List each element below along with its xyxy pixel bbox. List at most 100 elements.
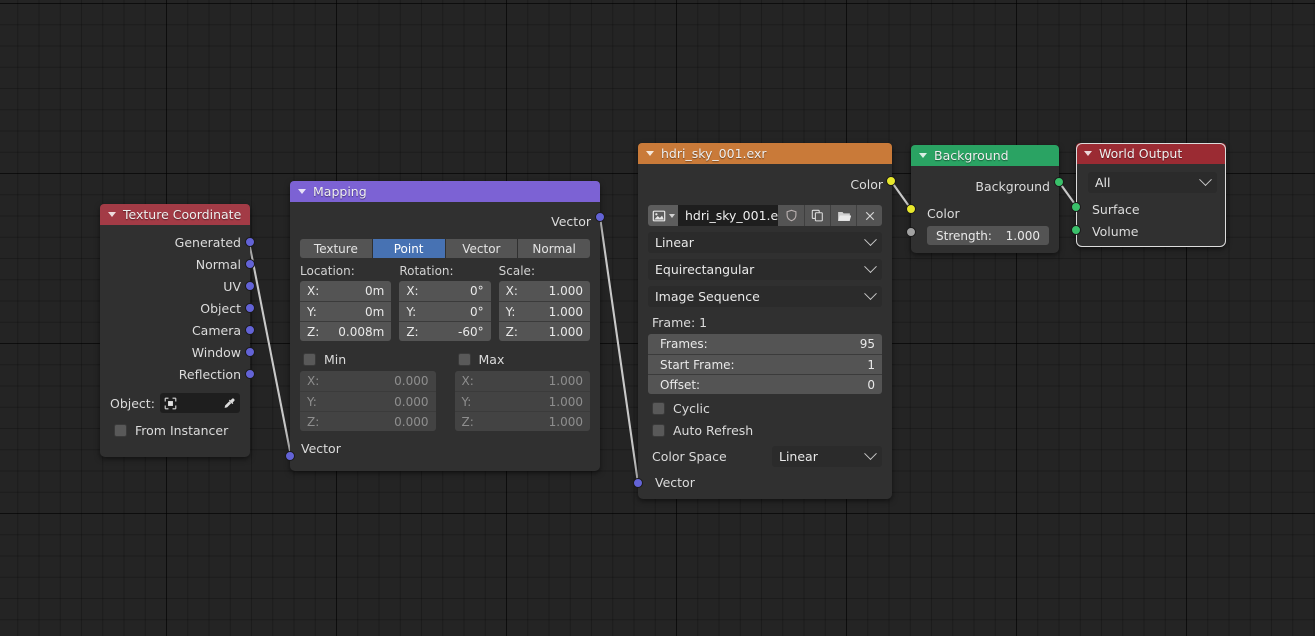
node-environment-texture[interactable]: hdri_sky_001.exr Color hdri_sky_001.exr: [633, 143, 896, 499]
tab-point[interactable]: Point: [372, 239, 445, 258]
from-instancer-checkbox[interactable]: [114, 423, 127, 437]
column-header-scale: Scale:: [498, 264, 535, 278]
eyedropper-icon[interactable]: [223, 397, 236, 410]
chevron-down-icon: [864, 260, 877, 274]
min-toggle-row[interactable]: Min: [300, 349, 436, 369]
input-row-surface: Surface: [1076, 198, 1226, 220]
image-datablock-row[interactable]: hdri_sky_001.exr: [648, 205, 882, 226]
image-name-field[interactable]: hdri_sky_001.exr: [678, 205, 791, 226]
color-space-dropdown[interactable]: Linear: [772, 446, 882, 467]
image-browse-button[interactable]: [648, 205, 678, 226]
tab-vector[interactable]: Vector: [445, 239, 518, 258]
socket-out-vector[interactable]: [595, 212, 605, 222]
socket-out-camera[interactable]: [245, 325, 255, 335]
location-x-field[interactable]: X: 0m: [300, 281, 392, 301]
output-row-normal: Normal: [100, 253, 250, 275]
mapping-type-tabs[interactable]: Texture Point Vector Normal: [300, 239, 590, 258]
max-fields: X: 1.000 Y: 1.000 Z: 1.000: [454, 371, 590, 431]
sequence-fields[interactable]: Frames: 95 Start Frame: 1 Offset: 0: [648, 334, 882, 394]
collapse-triangle-icon[interactable]: [919, 153, 927, 158]
axis-label-x: X:: [307, 374, 320, 388]
location-y-field[interactable]: Y: 0m: [300, 301, 392, 321]
rotation-x-field[interactable]: X: 0°: [399, 281, 491, 301]
collapse-triangle-icon[interactable]: [646, 151, 654, 156]
node-header-mapping[interactable]: Mapping: [290, 181, 600, 202]
tab-normal[interactable]: Normal: [518, 239, 590, 258]
socket-out-color[interactable]: [886, 176, 896, 186]
fake-user-button[interactable]: [778, 205, 804, 226]
scale-y-field[interactable]: Y: 1.000: [498, 301, 590, 321]
target-dropdown[interactable]: All: [1088, 172, 1217, 193]
frames-field[interactable]: Frames: 95: [648, 334, 882, 354]
scale-x-field[interactable]: X: 1.000: [498, 281, 590, 301]
chevron-down-icon: [864, 233, 877, 247]
link-mapping-to-envtex: [598, 216, 640, 484]
interpolation-dropdown[interactable]: Linear: [648, 232, 882, 253]
socket-in-surface[interactable]: [1071, 202, 1081, 212]
node-background[interactable]: Background Background Color Strength: 1.…: [906, 145, 1064, 253]
from-instancer-row[interactable]: From Instancer: [100, 413, 250, 440]
color-space-value: Linear: [779, 449, 818, 464]
node-header-background[interactable]: Background: [911, 145, 1059, 166]
projection-value: Equirectangular: [655, 262, 755, 277]
node-world-output[interactable]: World Output All Surface Volume: [1071, 143, 1226, 247]
projection-dropdown[interactable]: Equirectangular: [648, 259, 882, 280]
source-dropdown[interactable]: Image Sequence: [648, 286, 882, 307]
socket-out-uv[interactable]: [245, 281, 255, 291]
output-row-object: Object: [100, 297, 250, 319]
collapse-triangle-icon[interactable]: [1084, 151, 1092, 156]
location-fields[interactable]: X: 0m Y: 0m Z: 0.008m: [300, 281, 392, 341]
min-z-value: 0.000: [394, 414, 429, 429]
axis-label-y: Y:: [406, 304, 417, 319]
node-header-world-output[interactable]: World Output: [1076, 143, 1226, 164]
start-frame-field[interactable]: Start Frame: 1: [648, 354, 882, 374]
socket-out-window[interactable]: [245, 347, 255, 357]
socket-in-vector[interactable]: [633, 478, 643, 488]
socket-out-object[interactable]: [245, 303, 255, 313]
node-texture-coordinate[interactable]: Texture Coordinate Generated Normal UV O…: [100, 204, 255, 457]
node-editor-canvas[interactable]: Texture Coordinate Generated Normal UV O…: [0, 0, 1315, 636]
rotation-z-field[interactable]: Z: -60°: [399, 321, 491, 341]
new-image-copy-button[interactable]: [804, 205, 830, 226]
max-z-value: 1.000: [548, 414, 583, 429]
scale-fields[interactable]: X: 1.000 Y: 1.000 Z: 1.000: [498, 281, 590, 341]
socket-in-volume[interactable]: [1071, 225, 1081, 235]
cyclic-row[interactable]: Cyclic: [638, 394, 892, 418]
open-image-button[interactable]: [830, 205, 856, 226]
node-header-environment-texture[interactable]: hdri_sky_001.exr: [638, 143, 892, 164]
socket-out-reflection[interactable]: [245, 369, 255, 379]
socket-out-background[interactable]: [1054, 177, 1064, 187]
input-row-color: Color: [911, 202, 1059, 224]
node-mapping[interactable]: Mapping Vector Texture Point Vector Norm…: [285, 181, 605, 471]
unlink-image-button[interactable]: [856, 205, 882, 226]
strength-slider[interactable]: Strength: 1.000: [927, 226, 1049, 245]
rotation-y-value: 0°: [470, 304, 484, 319]
auto-refresh-row[interactable]: Auto Refresh: [638, 418, 892, 440]
socket-in-strength[interactable]: [906, 227, 916, 237]
collapse-triangle-icon[interactable]: [108, 212, 116, 217]
axis-label-x: X:: [461, 374, 474, 388]
socket-out-normal[interactable]: [245, 259, 255, 269]
offset-field[interactable]: Offset: 0: [648, 374, 882, 394]
object-picker-field[interactable]: [159, 393, 240, 413]
cyclic-checkbox[interactable]: [652, 401, 665, 415]
socket-in-vector[interactable]: [285, 451, 295, 461]
min-checkbox[interactable]: [303, 352, 316, 366]
rotation-fields[interactable]: X: 0° Y: 0° Z: -60°: [399, 281, 491, 341]
auto-refresh-checkbox[interactable]: [652, 423, 665, 437]
node-header-texture-coordinate[interactable]: Texture Coordinate: [100, 204, 250, 225]
socket-in-color[interactable]: [906, 204, 916, 214]
image-icon: [652, 210, 665, 221]
start-frame-value: 1: [867, 357, 875, 372]
axis-label-y: Y:: [307, 304, 317, 319]
auto-refresh-label: Auto Refresh: [673, 422, 754, 438]
collapse-triangle-icon[interactable]: [298, 189, 306, 194]
socket-out-generated[interactable]: [245, 237, 255, 247]
rotation-y-field[interactable]: Y: 0°: [399, 301, 491, 321]
max-toggle-row[interactable]: Max: [455, 349, 591, 369]
max-checkbox[interactable]: [457, 352, 471, 366]
location-z-field[interactable]: Z: 0.008m: [300, 321, 392, 341]
column-header-rotation: Rotation:: [399, 264, 454, 278]
tab-texture[interactable]: Texture: [300, 239, 372, 258]
scale-z-field[interactable]: Z: 1.000: [498, 321, 590, 341]
